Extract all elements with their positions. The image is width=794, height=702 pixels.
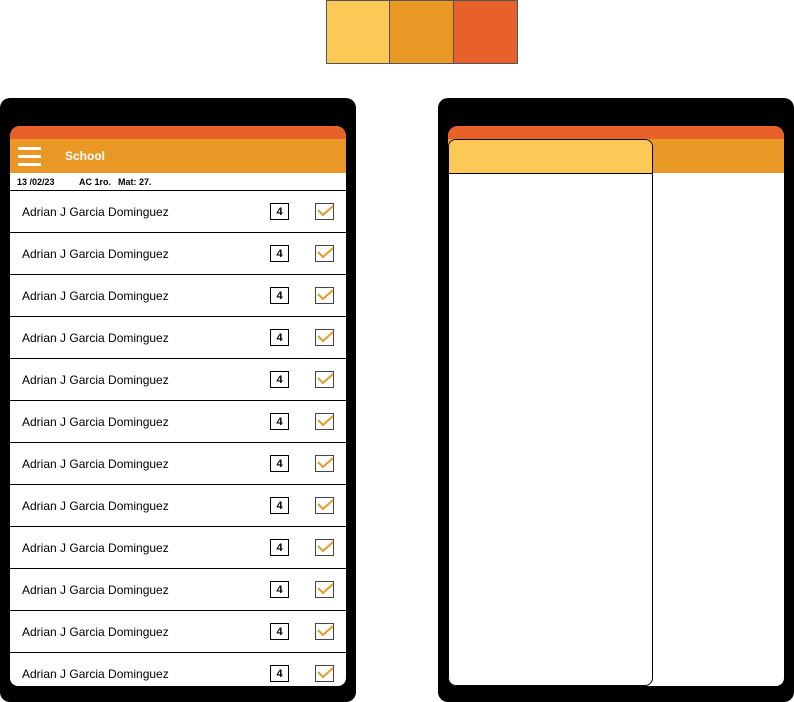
student-row[interactable]: Adrian J Garcia Dominguez 4 — [10, 317, 346, 359]
drawer-screen — [448, 126, 784, 686]
attendance-checkbox[interactable] — [315, 539, 334, 556]
drawer-header — [449, 140, 652, 174]
attendance-checkbox[interactable] — [315, 497, 334, 514]
student-name: Adrian J Garcia Dominguez — [22, 246, 169, 261]
student-row[interactable]: Adrian J Garcia Dominguez 4 — [10, 359, 346, 401]
app-title: School — [65, 149, 106, 163]
student-name: Adrian J Garcia Dominguez — [22, 540, 169, 555]
attendance-checkbox[interactable] — [315, 455, 334, 472]
student-row[interactable]: Adrian J Garcia Dominguez 4 — [10, 401, 346, 443]
student-name: Adrian J Garcia Dominguez — [22, 288, 169, 303]
grade-box[interactable]: 4 — [270, 371, 289, 388]
grade-box[interactable]: 4 — [270, 413, 289, 430]
student-row[interactable]: Adrian J Garcia Dominguez 4 — [10, 485, 346, 527]
phone-frame-list: School 13 /02/23 AC 1ro. Mat: 27. Adrian… — [0, 98, 356, 702]
checkmark-icon — [317, 667, 334, 679]
status-bar — [448, 126, 784, 139]
checkmark-icon — [317, 625, 334, 637]
student-row[interactable]: Adrian J Garcia Dominguez 4 — [10, 569, 346, 611]
info-date: 13 /02/23 — [17, 176, 55, 187]
grade-box[interactable]: 4 — [270, 287, 289, 304]
attendance-checkbox[interactable] — [315, 581, 334, 598]
student-name: Adrian J Garcia Dominguez — [22, 204, 169, 219]
student-name: Adrian J Garcia Dominguez — [22, 456, 169, 471]
grade-box[interactable]: 4 — [270, 623, 289, 640]
attendance-checkbox[interactable] — [315, 623, 334, 640]
info-subject: Mat: 27. — [118, 176, 152, 187]
grade-box[interactable]: 4 — [270, 245, 289, 262]
grade-box[interactable]: 4 — [270, 455, 289, 472]
attendance-checkbox[interactable] — [315, 203, 334, 220]
student-row[interactable]: Adrian J Garcia Dominguez 4 — [10, 275, 346, 317]
checkmark-icon — [317, 583, 334, 595]
student-name: Adrian J Garcia Dominguez — [22, 498, 169, 513]
checkmark-icon — [317, 247, 334, 259]
checkmark-icon — [317, 415, 334, 427]
student-row[interactable]: Adrian J Garcia Dominguez 4 — [10, 527, 346, 569]
checkmark-icon — [317, 373, 334, 385]
student-name: Adrian J Garcia Dominguez — [22, 582, 169, 597]
grade-box[interactable]: 4 — [270, 203, 289, 220]
checkmark-icon — [317, 289, 334, 301]
checkmark-icon — [317, 457, 334, 469]
attendance-checkbox[interactable] — [315, 665, 334, 682]
attendance-checkbox[interactable] — [315, 329, 334, 346]
student-name: Adrian J Garcia Dominguez — [22, 372, 169, 387]
phone-frame-drawer — [438, 98, 794, 702]
student-row[interactable]: Adrian J Garcia Dominguez 4 — [10, 653, 346, 686]
student-row[interactable]: Adrian J Garcia Dominguez 4 — [10, 443, 346, 485]
grade-box[interactable]: 4 — [270, 497, 289, 514]
student-name: Adrian J Garcia Dominguez — [22, 624, 169, 639]
grade-box[interactable]: 4 — [270, 539, 289, 556]
color-palette — [326, 0, 518, 64]
status-bar — [10, 126, 346, 139]
app-bar: School — [10, 139, 346, 173]
list-screen: School 13 /02/23 AC 1ro. Mat: 27. Adrian… — [10, 126, 346, 686]
grade-box[interactable]: 4 — [270, 665, 289, 682]
attendance-checkbox[interactable] — [315, 287, 334, 304]
grade-box[interactable]: 4 — [270, 581, 289, 598]
student-row[interactable]: Adrian J Garcia Dominguez 4 — [10, 191, 346, 233]
grade-box[interactable]: 4 — [270, 329, 289, 346]
swatch-light-orange — [327, 1, 391, 63]
checkmark-icon — [317, 541, 334, 553]
attendance-checkbox[interactable] — [315, 371, 334, 388]
checkmark-icon — [317, 331, 334, 343]
info-course: AC 1ro. — [79, 176, 112, 187]
student-row[interactable]: Adrian J Garcia Dominguez 4 — [10, 233, 346, 275]
student-name: Adrian J Garcia Dominguez — [22, 666, 169, 681]
attendance-checkbox[interactable] — [315, 245, 334, 262]
student-list: Adrian J Garcia Dominguez 4 Adrian J Garci… — [10, 191, 346, 686]
student-row[interactable]: Adrian J Garcia Dominguez 4 — [10, 611, 346, 653]
checkmark-icon — [317, 499, 334, 511]
swatch-dark-orange — [453, 1, 518, 63]
swatch-orange — [390, 1, 454, 63]
student-name: Adrian J Garcia Dominguez — [22, 330, 169, 345]
attendance-checkbox[interactable] — [315, 413, 334, 430]
navigation-drawer[interactable] — [448, 139, 653, 686]
checkmark-icon — [317, 205, 334, 217]
hamburger-icon[interactable] — [18, 146, 41, 166]
class-info-bar: 13 /02/23 AC 1ro. Mat: 27. — [10, 173, 346, 191]
student-name: Adrian J Garcia Dominguez — [22, 414, 169, 429]
